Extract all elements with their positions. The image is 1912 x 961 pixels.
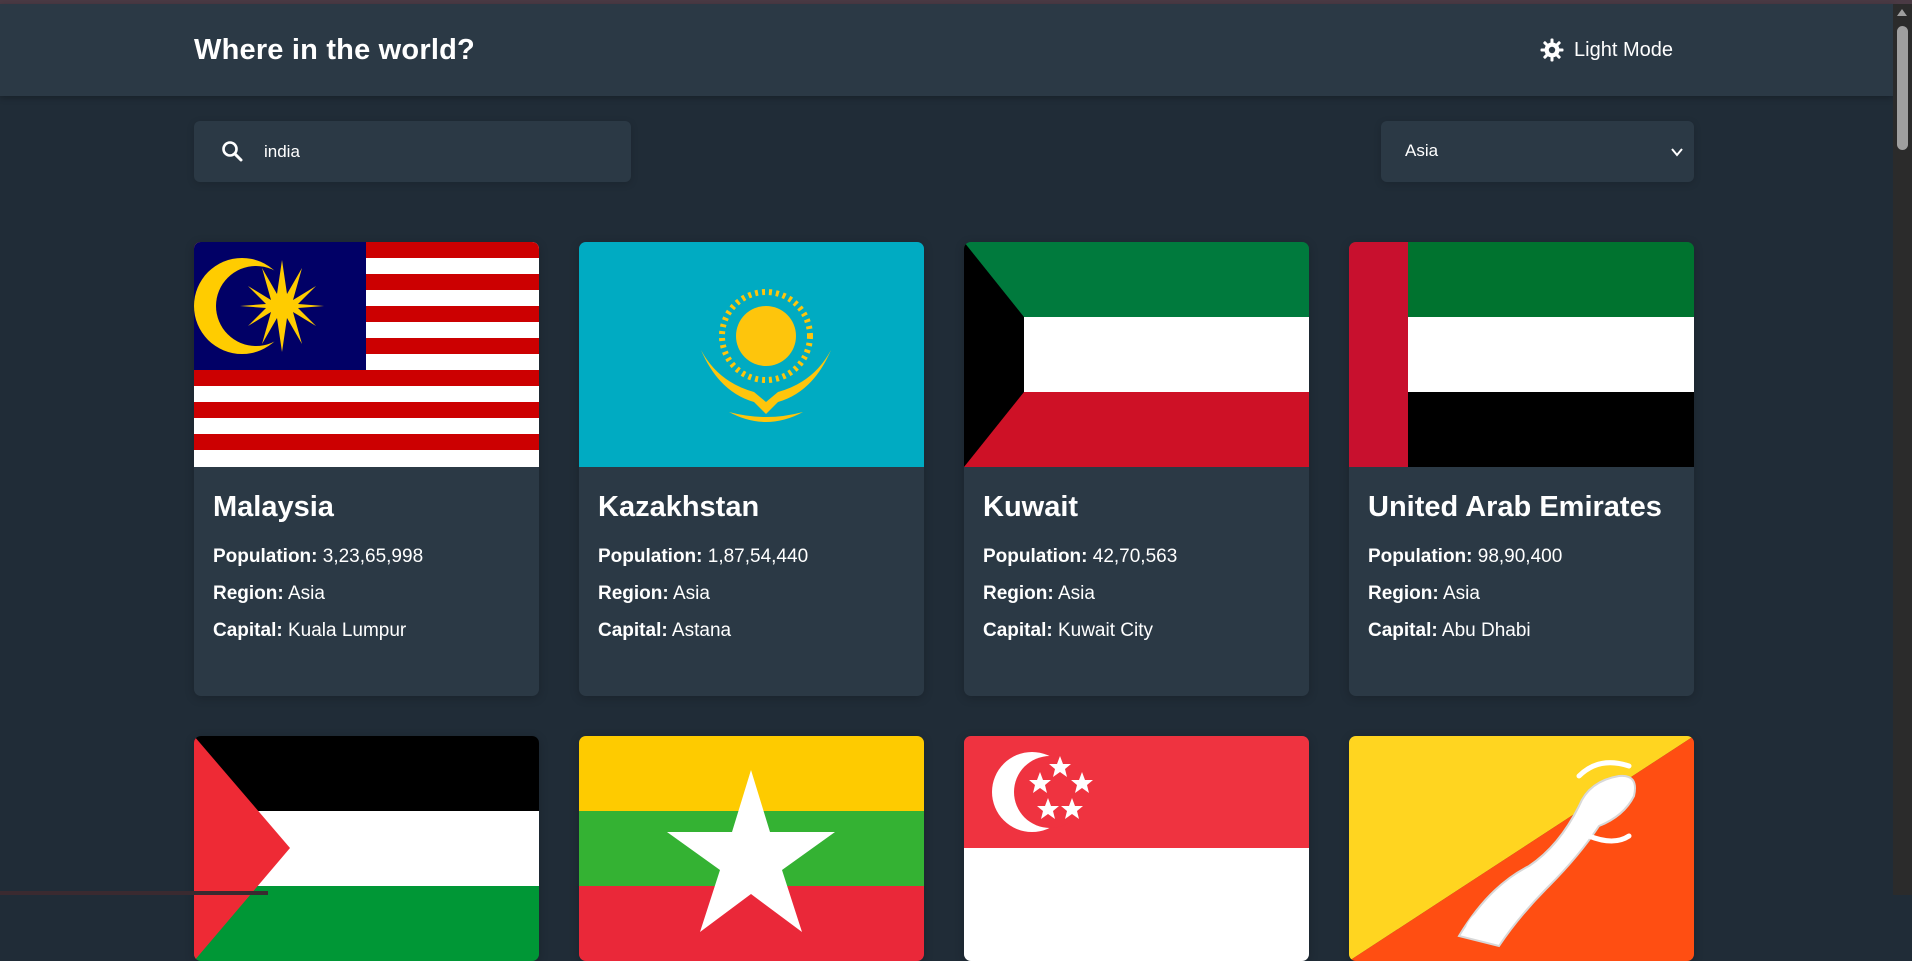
population-row: Population: 42,70,563 (983, 544, 1290, 569)
kazakhstan-flag-image (579, 242, 924, 467)
capital-value: Abu Dhabi (1441, 620, 1531, 641)
population-label: Population: (213, 546, 318, 567)
chevron-down-icon (1671, 148, 1683, 157)
country-name: United Arab Emirates (1368, 491, 1662, 523)
myanmar-flag-image (579, 736, 924, 961)
region-row: Region: Asia (213, 581, 520, 606)
capital-value: Kuala Lumpur (287, 620, 407, 641)
country-card-united-arab-emirates[interactable]: United Arab Emirates Population: 98,90,4… (1349, 242, 1694, 696)
region-label: Region: (598, 583, 669, 604)
capital-row: Capital: Abu Dhabi (1368, 618, 1675, 643)
region-filter-select[interactable]: Asia (1381, 121, 1694, 182)
population-row: Population: 98,90,400 (1368, 544, 1675, 569)
population-value: 42,70,563 (1092, 546, 1178, 567)
region-label: Region: (983, 583, 1054, 604)
scroll-up-arrow-icon[interactable] (1897, 9, 1907, 16)
vertical-scrollbar[interactable] (1893, 4, 1912, 895)
population-label: Population: (1368, 546, 1473, 567)
search-icon (222, 141, 243, 162)
region-value: Asia (672, 583, 710, 604)
region-row: Region: Asia (1368, 581, 1675, 606)
capital-label: Capital: (983, 620, 1053, 641)
uae-flag-image (1349, 242, 1694, 467)
region-value: Asia (1442, 583, 1480, 604)
region-label: Region: (213, 583, 284, 604)
country-card-singapore[interactable] (964, 736, 1309, 961)
country-card-myanmar[interactable] (579, 736, 924, 961)
scrollbar-thumb[interactable] (1897, 26, 1908, 150)
capital-row: Capital: Kuwait City (983, 618, 1290, 643)
country-card-palestine[interactable] (194, 736, 539, 961)
capital-row: Capital: Kuala Lumpur (213, 618, 520, 643)
capital-label: Capital: (1368, 620, 1438, 641)
region-value: Asia (287, 583, 325, 604)
country-card-kuwait[interactable]: Kuwait Population: 42,70,563 Region: Asi… (964, 242, 1309, 696)
capital-value: Kuwait City (1057, 620, 1153, 641)
population-value: 98,90,400 (1477, 546, 1563, 567)
kuwait-flag-image (964, 242, 1309, 467)
population-label: Population: (598, 546, 703, 567)
page-title: Where in the world? (194, 34, 475, 66)
country-card-bhutan[interactable] (1349, 736, 1694, 961)
country-card-malaysia[interactable]: Malaysia Population: 3,23,65,998 Region:… (194, 242, 539, 696)
population-row: Population: 1,87,54,440 (598, 544, 905, 569)
light-mode-toggle[interactable]: Light Mode (1540, 38, 1673, 62)
light-mode-label: Light Mode (1574, 38, 1673, 61)
app-header: Where in the world? Light Mode (0, 4, 1893, 96)
region-value: Asia (1057, 583, 1095, 604)
country-name: Kazakhstan (598, 491, 760, 523)
window-bottom-edge (0, 891, 268, 895)
capital-row: Capital: Astana (598, 618, 905, 643)
population-value: 1,87,54,440 (707, 546, 809, 567)
region-row: Region: Asia (598, 581, 905, 606)
capital-value: Astana (671, 620, 732, 641)
capital-label: Capital: (598, 620, 668, 641)
capital-label: Capital: (213, 620, 283, 641)
singapore-flag-image (964, 736, 1309, 961)
region-label: Region: (1368, 583, 1439, 604)
region-filter-value: Asia (1405, 141, 1439, 160)
search-box[interactable] (194, 121, 631, 182)
search-input[interactable] (262, 135, 606, 169)
sun-icon (1540, 38, 1564, 62)
country-name: Malaysia (213, 491, 334, 523)
palestine-flag-image (194, 736, 539, 961)
population-label: Population: (983, 546, 1088, 567)
region-row: Region: Asia (983, 581, 1290, 606)
country-name: Kuwait (983, 491, 1079, 523)
country-card-kazakhstan[interactable]: Kazakhstan Population: 1,87,54,440 Regio… (579, 242, 924, 696)
population-value: 3,23,65,998 (322, 546, 424, 567)
malaysia-flag-image (194, 242, 539, 467)
bhutan-flag-image (1349, 736, 1694, 961)
population-row: Population: 3,23,65,998 (213, 544, 520, 569)
